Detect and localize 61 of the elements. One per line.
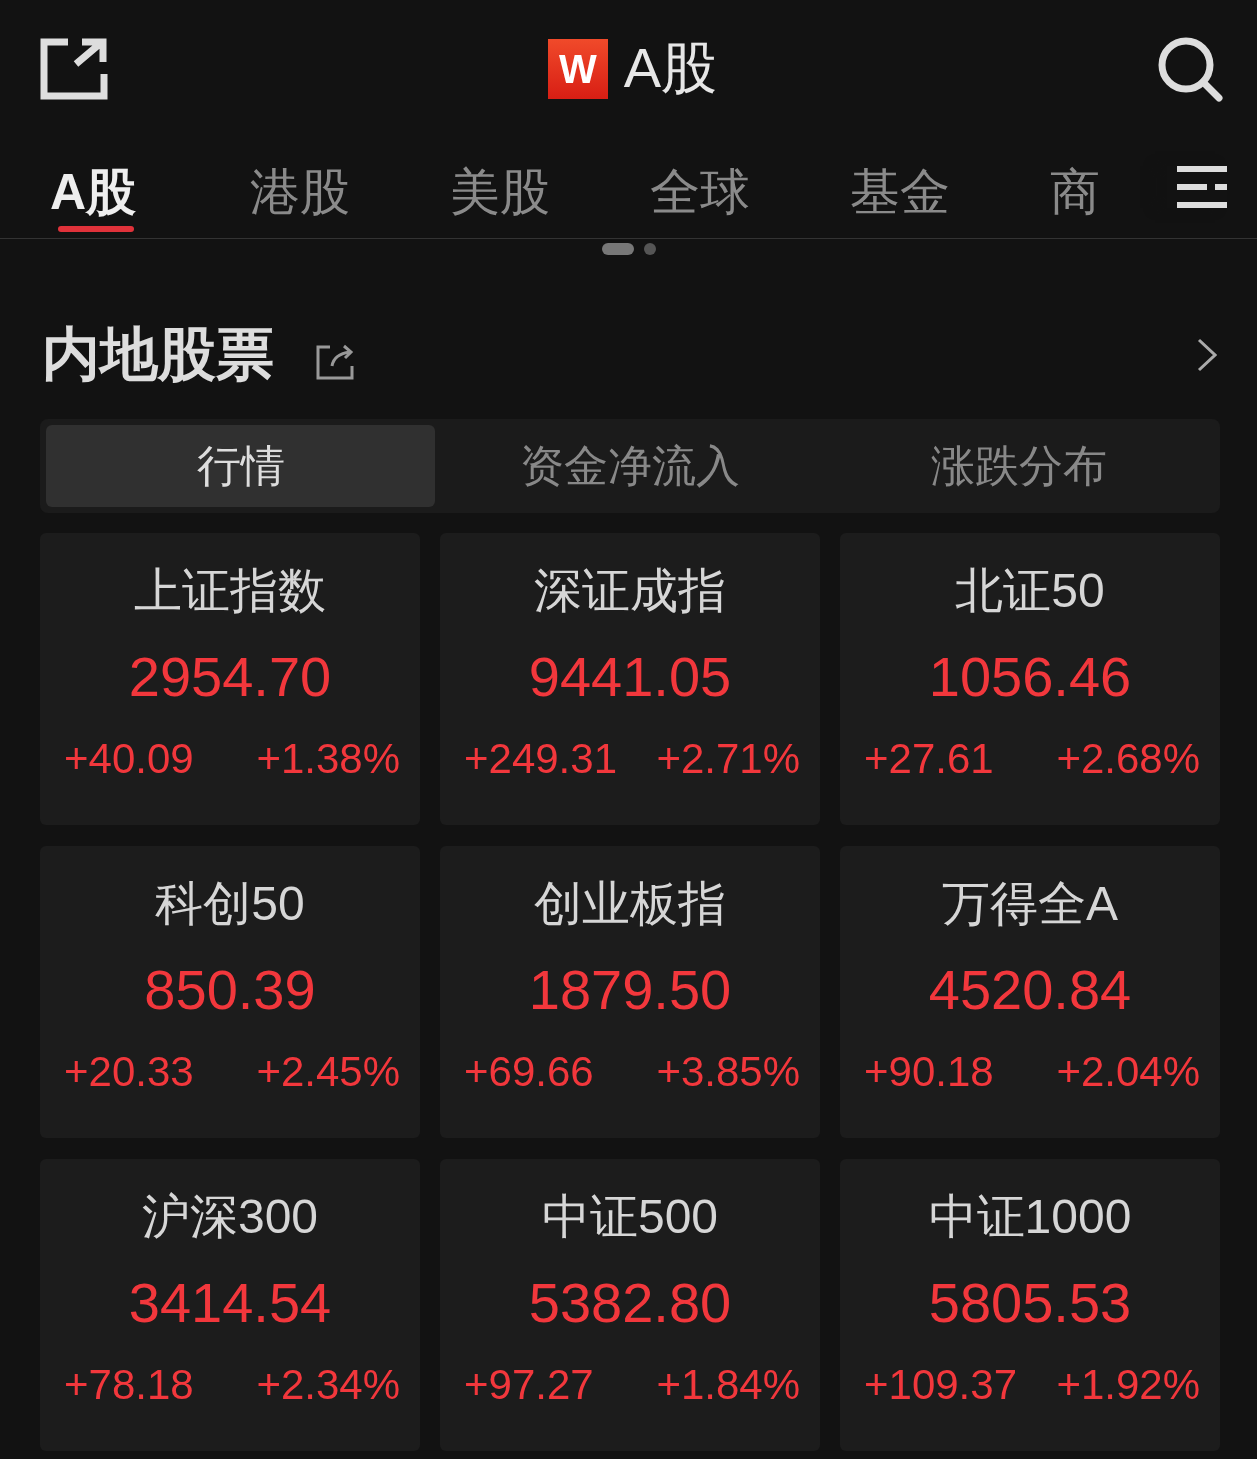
market-tab[interactable]: 港股 [230, 138, 430, 234]
change-value: +97.27 [464, 1361, 594, 1409]
index-value: 5382.80 [528, 1270, 732, 1336]
change-value: +69.66 [464, 1048, 594, 1096]
change-percent: +1.84% [656, 1361, 800, 1409]
index-name: 科创50 [155, 876, 305, 932]
index-value: 1879.50 [528, 957, 732, 1023]
change-percent: +2.71% [656, 735, 800, 783]
index-value: 3414.54 [128, 1270, 332, 1336]
index-card[interactable]: 中证1000 5805.53 +109.37 +1.92% [840, 1159, 1220, 1451]
change-value: +20.33 [64, 1048, 194, 1096]
market-tab[interactable]: 基金 [830, 138, 1030, 234]
index-value: 1056.46 [928, 644, 1132, 710]
page-title: A股 [623, 35, 718, 101]
index-name: 中证1000 [928, 1189, 1132, 1245]
change-percent: +1.92% [1056, 1361, 1200, 1409]
logo-icon: W [547, 39, 608, 99]
index-card[interactable]: 万得全A 4520.84 +90.18 +2.04% [840, 846, 1220, 1138]
change-percent: +2.68% [1056, 735, 1200, 783]
market-tab[interactable]: 美股 [430, 138, 630, 234]
index-name: 万得全A [942, 876, 1118, 932]
change-value: +27.61 [864, 735, 994, 783]
market-tab[interactable]: 全球 [630, 138, 830, 234]
index-value: 4520.84 [928, 957, 1132, 1023]
index-value: 9441.05 [528, 644, 732, 710]
change-percent: +2.04% [1056, 1048, 1200, 1096]
index-name: 沪深300 [141, 1189, 319, 1245]
market-tab[interactable]: 商 [1030, 138, 1230, 234]
index-value: 850.39 [144, 957, 316, 1023]
index-card[interactable]: 科创50 850.39 +20.33 +2.45% [40, 846, 420, 1138]
index-name: 深证成指 [534, 563, 726, 619]
market-tab[interactable]: A股 [30, 138, 230, 234]
index-value: 2954.70 [128, 644, 332, 710]
change-value: +90.18 [864, 1048, 994, 1096]
index-name: 创业板指 [534, 876, 726, 932]
index-card[interactable]: 中证500 5382.80 +97.27 +1.84% [440, 1159, 820, 1451]
change-value: +249.31 [464, 735, 617, 783]
index-name: 中证500 [541, 1189, 719, 1245]
index-card[interactable]: 上证指数 2954.70 +40.09 +1.38% [40, 533, 420, 825]
change-value: +109.37 [864, 1361, 1017, 1409]
change-value: +78.18 [64, 1361, 194, 1409]
change-value: +40.09 [64, 735, 194, 783]
segment-tab[interactable]: 涨跌分布 [824, 425, 1214, 507]
index-card[interactable]: 北证50 1056.46 +27.61 +2.68% [840, 533, 1220, 825]
change-percent: +2.34% [256, 1361, 400, 1409]
index-card[interactable]: 深证成指 9441.05 +249.31 +2.71% [440, 533, 820, 825]
change-percent: +3.85% [656, 1048, 800, 1096]
segment-tab[interactable]: 行情 [46, 425, 436, 507]
change-percent: +1.38% [256, 735, 400, 783]
section-title: 内地股票 [42, 320, 274, 388]
menu-icon[interactable] [1177, 166, 1227, 208]
index-card[interactable]: 沪深300 3414.54 +78.18 +2.34% [40, 1159, 420, 1451]
index-name: 上证指数 [134, 563, 326, 619]
change-percent: +2.45% [256, 1048, 400, 1096]
chevron-right-icon[interactable] [1197, 338, 1217, 372]
segment-tab[interactable]: 资金净流入 [435, 425, 825, 507]
share-icon[interactable] [316, 344, 354, 380]
index-card[interactable]: 创业板指 1879.50 +69.66 +3.85% [440, 846, 820, 1138]
index-name: 北证50 [955, 563, 1105, 619]
search-icon[interactable] [1157, 36, 1223, 102]
index-value: 5805.53 [928, 1270, 1132, 1336]
